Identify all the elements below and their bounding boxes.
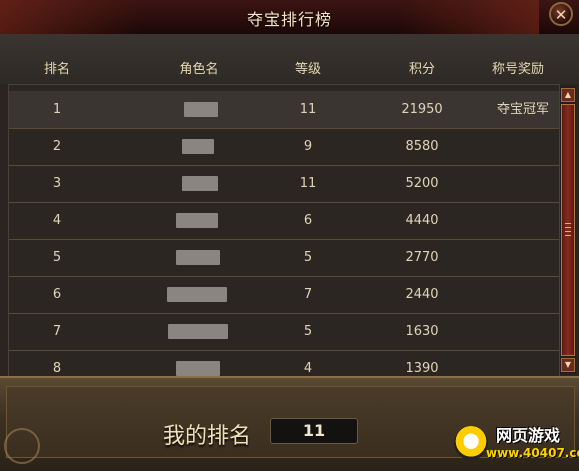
rank-cell: 1 [52, 102, 62, 117]
role-name-redacted [176, 361, 220, 376]
grip-line [565, 223, 571, 224]
my-rank-value: 11 [270, 418, 358, 444]
rank-cell: 4 [52, 213, 62, 228]
rank-cell: 2 [52, 139, 62, 154]
table-row[interactable]: 1 11 21950 夺宝冠军 [9, 91, 559, 129]
role-name-redacted [182, 176, 218, 191]
level-cell: 4 [303, 361, 313, 376]
mascot-logo-icon [454, 426, 488, 460]
rank-cell: 6 [52, 287, 62, 302]
table-row[interactable]: 4 6 4440 [9, 202, 559, 240]
score-cell: 4440 [405, 213, 439, 228]
score-cell: 2440 [405, 287, 439, 302]
table-row[interactable]: 5 5 2770 [9, 239, 559, 277]
header-score: 积分 [408, 62, 436, 77]
site-watermark: 网页游戏 www.40407.com [452, 420, 579, 466]
table-row[interactable]: 7 5 1630 [9, 313, 559, 351]
scroll-up-button[interactable]: ▲ [561, 88, 575, 102]
level-cell: 11 [299, 102, 317, 117]
level-cell: 5 [303, 324, 313, 339]
score-cell: 1390 [405, 361, 439, 376]
ranking-table: 1 11 21950 夺宝冠军 2 9 8580 3 11 5200 4 6 4… [8, 84, 560, 378]
table-row[interactable]: 8 4 1390 [9, 350, 559, 377]
role-name-redacted [168, 324, 228, 339]
grip-line [565, 235, 571, 236]
reward-cell: 夺宝冠军 [496, 102, 550, 117]
rank-cell: 7 [52, 324, 62, 339]
scroll-down-button[interactable]: ▼ [561, 358, 575, 372]
rank-cell: 8 [52, 361, 62, 376]
window-title: 夺宝排行榜 [246, 10, 332, 29]
level-cell: 9 [303, 139, 313, 154]
watermark-name: 网页游戏 [496, 426, 561, 445]
header-rank: 排名 [43, 62, 71, 77]
role-name-redacted [176, 213, 218, 228]
arrow-up-icon: ▲ [564, 90, 572, 99]
score-cell: 5200 [405, 176, 439, 191]
vertical-scrollbar[interactable]: ▲ ▼ [560, 86, 576, 374]
level-cell: 11 [299, 176, 317, 191]
level-cell: 7 [303, 287, 313, 302]
corner-ornament-icon [4, 428, 40, 464]
my-rank-label: 我的排名 [163, 424, 252, 449]
level-cell: 5 [303, 250, 313, 265]
table-header: 排名 角色名 等级 积分 称号奖励 [0, 34, 579, 84]
role-name-redacted [176, 250, 220, 265]
header-role-name: 角色名 [179, 62, 219, 77]
arrow-down-icon: ▼ [564, 360, 572, 369]
table-row[interactable]: 6 7 2440 [9, 276, 559, 314]
header-level: 等级 [294, 62, 322, 77]
score-cell: 8580 [405, 139, 439, 154]
grip-line [565, 231, 571, 232]
close-icon: ✕ [554, 6, 568, 24]
rank-cell: 5 [52, 250, 62, 265]
table-row[interactable]: 3 11 5200 [9, 165, 559, 203]
role-name-redacted [182, 139, 214, 154]
scroll-thumb[interactable] [561, 104, 575, 356]
score-cell: 1630 [405, 324, 439, 339]
rank-cell: 3 [52, 176, 62, 191]
ranking-window: 夺宝排行榜 ✕ 排名 角色名 等级 积分 称号奖励 1 11 21950 夺宝冠… [0, 0, 579, 471]
role-name-redacted [167, 287, 227, 302]
score-cell: 2770 [405, 250, 439, 265]
table-row[interactable]: 2 9 8580 [9, 128, 559, 166]
level-cell: 6 [303, 213, 313, 228]
title-bar: 夺宝排行榜 ✕ [0, 0, 579, 35]
watermark-url: www.40407.com [486, 446, 579, 460]
close-button[interactable]: ✕ [549, 2, 573, 26]
grip-line [565, 227, 571, 228]
header-title-reward: 称号奖励 [491, 62, 545, 77]
score-cell: 21950 [401, 102, 443, 117]
role-name-redacted [184, 102, 218, 117]
